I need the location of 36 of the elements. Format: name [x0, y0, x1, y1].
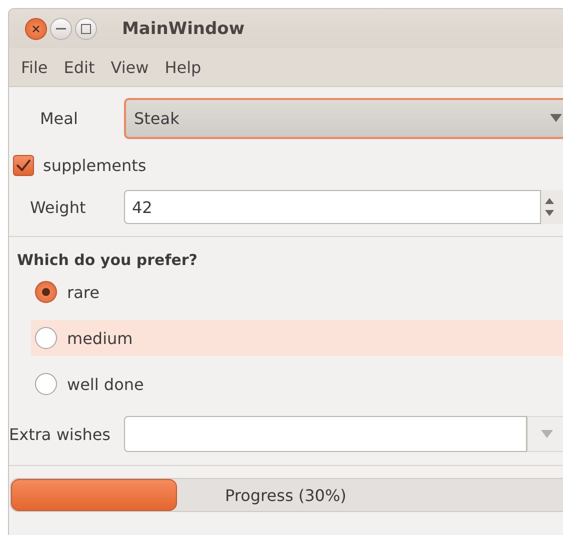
dropdown-arrow-icon [550, 114, 562, 122]
weight-input[interactable]: 42 [124, 190, 541, 224]
radio-dot-icon [42, 288, 50, 296]
spin-buttons[interactable] [541, 190, 563, 224]
supplements-label: supplements [43, 156, 146, 175]
window-title: MainWindow [122, 18, 245, 38]
spin-arrows-icon [545, 197, 554, 217]
radio-label: well done [67, 374, 144, 394]
radio-label: rare [67, 282, 100, 302]
meal-label: Meal [39, 108, 79, 128]
supplements-checkbox[interactable] [13, 155, 34, 176]
menu-item[interactable]: Edit [56, 58, 103, 76]
checkmark-icon [16, 159, 31, 172]
dropdown-arrow-icon [541, 430, 553, 438]
progress-text: Progress (30%) [225, 486, 346, 504]
highlighted-radio-row[interactable]: medium [31, 320, 563, 356]
radio-button[interactable] [35, 373, 57, 395]
radio-label: medium [67, 328, 133, 348]
close-button[interactable] [25, 18, 47, 40]
menu-item[interactable]: View [102, 58, 157, 76]
radio-button[interactable] [35, 327, 57, 349]
close-icon [32, 24, 40, 32]
maximize-icon [81, 24, 91, 34]
extra-wishes-label: Extra wishes [9, 424, 112, 444]
group-title: Which do you prefer? [16, 250, 199, 269]
extra-wishes-input[interactable] [124, 416, 527, 452]
menu-item[interactable]: Help [156, 58, 210, 76]
radio-row[interactable]: rare [31, 274, 563, 310]
menu-item[interactable]: File [13, 58, 56, 76]
minimize-icon [56, 28, 66, 30]
weight-label: Weight [29, 198, 87, 216]
maximize-button[interactable] [75, 18, 97, 40]
meal-dropdown[interactable]: Steak [124, 98, 563, 138]
radio-row[interactable]: well done [31, 366, 563, 402]
radio-button[interactable] [35, 281, 57, 303]
minimize-button[interactable] [50, 18, 72, 40]
